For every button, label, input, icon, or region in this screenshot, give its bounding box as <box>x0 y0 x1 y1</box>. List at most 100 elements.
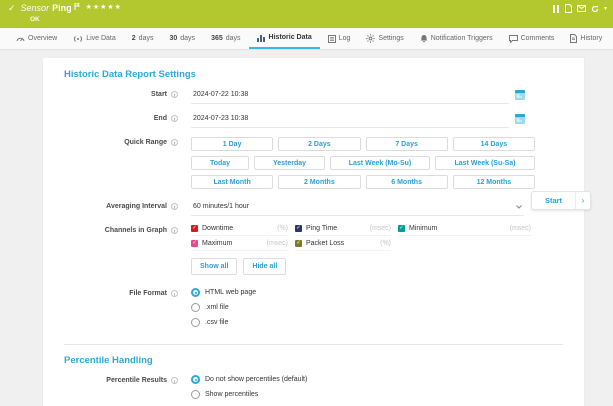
hide-all-button[interactable]: Hide all <box>243 258 286 275</box>
tab-log[interactable]: Log <box>320 28 359 49</box>
radio-icon[interactable] <box>191 390 200 399</box>
sensor-header: ✓ Sensor Ping ★★★★★ OK ▾ <box>0 0 613 28</box>
chevron-down-icon[interactable]: ▾ <box>604 6 607 12</box>
gear-icon <box>366 34 375 43</box>
info-icon[interactable] <box>171 377 178 384</box>
sensor-kind-label: Sensor <box>21 3 50 13</box>
refresh-icon[interactable] <box>591 5 599 13</box>
status-badge: OK <box>30 16 40 23</box>
start-report-button[interactable]: Start <box>532 192 575 209</box>
quick-range-today-button[interactable]: Today <box>191 156 249 170</box>
percentile-show-option[interactable]: Show percentiles <box>191 390 307 399</box>
channel-downtime[interactable]: ✓ Downtime (%) <box>191 225 288 236</box>
averaging-interval-label: Averaging Interval <box>64 201 167 210</box>
tab-2-days[interactable]: 2 days <box>124 28 162 49</box>
tab-30-days[interactable]: 30 days <box>161 28 203 49</box>
info-icon[interactable] <box>171 139 178 146</box>
averaging-interval-row: Averaging Interval 60 minutes/1 hour <box>64 201 584 216</box>
tab-live-data[interactable]: Live Data <box>65 28 124 49</box>
section-title-percentile: Percentile Handling <box>64 355 584 366</box>
tab-365-days[interactable]: 365 days <box>203 28 248 49</box>
quick-range-6-months-button[interactable]: 6 Months <box>366 175 448 189</box>
quick-range-2-days-button[interactable]: 2 Days <box>278 137 360 151</box>
file-format-html-option[interactable]: HTML web page <box>191 288 256 297</box>
chevron-down-icon <box>516 205 522 209</box>
signal-icon <box>73 35 83 43</box>
sensor-name: Ping <box>52 3 72 13</box>
channels-label: Channels in Graph <box>64 225 167 234</box>
start-row: Start 2024-07-22 10:38 <box>64 89 584 104</box>
end-label: End <box>64 113 167 122</box>
info-icon[interactable] <box>171 91 178 98</box>
end-row: End 2024-07-23 10:38 <box>64 113 584 128</box>
tab-settings[interactable]: Settings <box>358 28 411 49</box>
comment-icon <box>509 35 518 43</box>
channel-packet-loss[interactable]: ✓ Packet Loss (%) <box>295 240 391 251</box>
radio-icon[interactable] <box>191 318 200 327</box>
info-icon[interactable] <box>171 290 178 297</box>
file-format-xml-option[interactable]: .xml file <box>191 303 256 312</box>
percentile-no-show-option[interactable]: Do not show percentiles (default) <box>191 375 307 384</box>
calendar-icon[interactable] <box>515 114 525 126</box>
section-title-report-settings: Historic Data Report Settings <box>64 69 584 80</box>
gauge-icon <box>16 35 25 43</box>
channels-row: Channels in Graph ✓ Downtime (%) ✓ Ping … <box>64 225 584 275</box>
show-all-button[interactable]: Show all <box>191 258 237 275</box>
averaging-interval-select[interactable]: 60 minutes/1 hour <box>191 201 524 216</box>
calendar-icon[interactable] <box>515 90 525 102</box>
start-date-input[interactable]: 2024-07-22 10:38 <box>191 89 509 104</box>
start-report-split-button: Start › <box>531 191 591 210</box>
priority-stars[interactable]: ★★★★★ <box>86 3 122 13</box>
tab-bar: Overview Live Data 2 days 30 days 365 da… <box>0 28 613 50</box>
tab-comments[interactable]: Comments <box>501 28 563 49</box>
file-format-label: File Format <box>64 288 167 297</box>
end-date-input[interactable]: 2024-07-23 10:38 <box>191 113 509 128</box>
checkbox-checked-icon[interactable]: ✓ <box>295 240 302 247</box>
checkbox-checked-icon[interactable]: ✓ <box>191 225 198 232</box>
pause-icon[interactable] <box>553 5 560 13</box>
tab-historic-data[interactable]: Historic Data <box>249 28 320 49</box>
checkbox-checked-icon[interactable]: ✓ <box>295 225 302 232</box>
quick-range-row: Quick Range 1 Day 2 Days 7 Days 14 Days … <box>64 137 584 189</box>
quick-range-14-days-button[interactable]: 14 Days <box>453 137 535 151</box>
bell-icon <box>420 34 428 43</box>
status-check-icon: ✓ <box>8 3 16 13</box>
info-icon[interactable] <box>171 227 178 234</box>
radio-icon[interactable] <box>191 303 200 312</box>
sensor-title: ✓ Sensor Ping ★★★★★ <box>8 3 122 13</box>
info-icon[interactable] <box>171 115 178 122</box>
percentile-results-label: Percentile Results <box>64 375 167 384</box>
quick-range-yesterday-button[interactable]: Yesterday <box>254 156 325 170</box>
info-icon[interactable] <box>171 203 178 210</box>
file-format-csv-option[interactable]: .csv file <box>191 318 256 327</box>
radio-selected-icon[interactable] <box>191 375 200 384</box>
email-icon[interactable] <box>577 5 586 12</box>
radio-selected-icon[interactable] <box>191 288 200 297</box>
file-format-row: File Format HTML web page .xml file .csv… <box>64 288 584 327</box>
history-icon <box>570 34 577 43</box>
channel-ping-time[interactable]: ✓ Ping Time (msec) <box>295 225 391 236</box>
quick-range-7-days-button[interactable]: 7 Days <box>366 137 448 151</box>
chevron-right-icon[interactable]: › <box>575 192 590 209</box>
channel-maximum[interactable]: ✓ Maximum (msec) <box>191 240 288 251</box>
quick-range-last-month-button[interactable]: Last Month <box>191 175 273 189</box>
report-icon[interactable] <box>565 4 572 13</box>
log-icon <box>328 35 336 43</box>
percentile-results-row: Percentile Results Do not show percentil… <box>64 375 584 399</box>
section-divider <box>64 344 563 345</box>
quick-range-2-months-button[interactable]: 2 Months <box>278 175 360 189</box>
quick-range-12-months-button[interactable]: 12 Months <box>453 175 535 189</box>
channel-minimum[interactable]: ✓ Minimum (msec) <box>398 225 531 236</box>
checkbox-checked-icon[interactable]: ✓ <box>191 240 198 247</box>
tab-overview[interactable]: Overview <box>8 28 65 49</box>
quick-range-last-week-mo-su-button[interactable]: Last Week (Mo-Su) <box>330 156 430 170</box>
start-label: Start <box>64 89 167 98</box>
quick-range-label: Quick Range <box>64 137 167 146</box>
tab-notification-triggers[interactable]: Notification Triggers <box>412 28 501 49</box>
quick-range-last-week-su-sa-button[interactable]: Last Week (Su-Sa) <box>435 156 535 170</box>
quick-range-1-day-button[interactable]: 1 Day <box>191 137 273 151</box>
settings-panel: Historic Data Report Settings Start 2024… <box>42 58 585 406</box>
flag-icon[interactable] <box>74 3 80 12</box>
tab-history[interactable]: History <box>562 28 610 49</box>
checkbox-checked-icon[interactable]: ✓ <box>398 225 405 232</box>
